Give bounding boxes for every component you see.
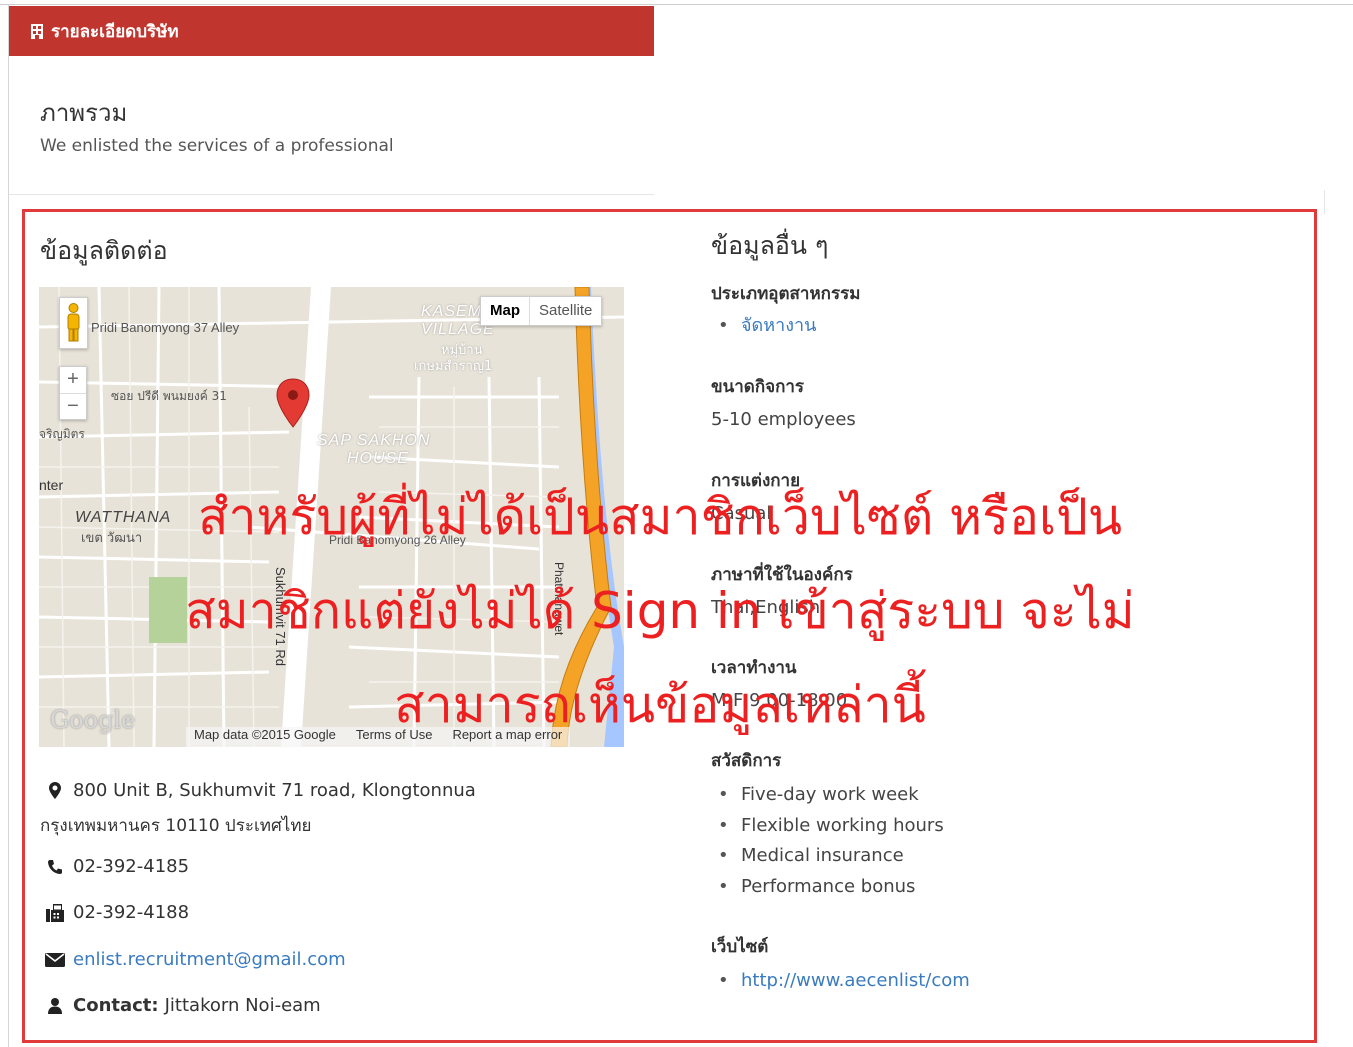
list-item[interactable]: จัดหางาน [718, 311, 816, 342]
list-item: Flexible working hours [718, 811, 944, 842]
map-label: Pridi Banomyong 37 Alley [91, 320, 240, 335]
divider [9, 194, 654, 195]
report-map-error-link[interactable]: Report a map error [452, 727, 562, 747]
map-type-satellite-button[interactable]: Satellite [530, 297, 601, 325]
benefits-list: Five-day work week Flexible working hour… [718, 780, 944, 902]
map-label: Phatthanawet [552, 562, 566, 636]
map-label: Sukhumvit 71 Rd [273, 567, 288, 666]
other-info-title: ข้อมูลอื่น ๆ [711, 231, 829, 260]
list-item: Performance bonus [718, 872, 944, 903]
working-hours-label: เวลาทำงาน [711, 658, 797, 678]
dress-code-label: การแต่งกาย [711, 471, 801, 491]
map-footer: Map data ©2015 Google Terms of Use Repor… [186, 727, 571, 747]
benefits-label: สวัสดิการ [711, 751, 782, 771]
website-link[interactable]: http://www.aecenlist/com [741, 970, 970, 991]
industry-link[interactable]: จัดหางาน [741, 315, 816, 336]
list-item: Five-day work week [718, 780, 944, 811]
header-title: รายละเอียดบริษัท [51, 21, 179, 42]
fax-icon [45, 903, 65, 922]
dress-code-value: Casual [711, 503, 772, 524]
zoom-in-button[interactable]: + [60, 367, 86, 394]
overview-title: ภาพรวม [40, 99, 128, 127]
email-link[interactable]: enlist.recruitment@gmail.com [73, 949, 346, 970]
top-border [0, 4, 1353, 5]
user-icon [45, 997, 65, 1014]
language-value: Thai,English [711, 597, 821, 618]
map-label: Pridi Banomyong 26 Alley [329, 533, 466, 547]
divider [1324, 190, 1325, 214]
zoom-control: + − [59, 366, 87, 420]
contact-label: Contact: [73, 995, 159, 1016]
building-icon [31, 23, 43, 39]
map-marker-icon [45, 782, 65, 799]
list-item: Medical insurance [718, 841, 944, 872]
phone-number: 02-392-4185 [73, 856, 190, 877]
language-label: ภาษาที่ใช้ในองค์กร [711, 565, 853, 585]
map-label: เขต วัฒนา [81, 531, 143, 546]
map-label: WATTHANA [75, 509, 172, 526]
fax-number: 02-392-4188 [73, 902, 190, 923]
left-border [8, 5, 9, 1047]
working-hours-value: M-F 9.00-18.00 [711, 690, 848, 711]
map-label: จริญมิตร [39, 427, 85, 441]
company-size-label: ขนาดกิจการ [711, 377, 805, 397]
map-label: เกษมสำราญ1 [414, 359, 493, 374]
address-line1: 800 Unit B, Sukhumvit 71 road, Klongtonn… [73, 780, 476, 801]
website-list: http://www.aecenlist/com [718, 966, 970, 997]
phone-icon [45, 859, 65, 875]
map-label: nter [39, 477, 64, 493]
address-line2: กรุงเทพมหานคร 10110 ประเทศไทย [40, 816, 312, 836]
map-label: SAP SAKHON [317, 432, 431, 449]
map-data-attribution: Map data ©2015 Google [194, 727, 336, 742]
list-item[interactable]: http://www.aecenlist/com [718, 966, 970, 997]
contact-name: Jittakorn Noi-eam [164, 995, 321, 1016]
company-details-header: รายละเอียดบริษัท [9, 6, 654, 56]
pegman-icon[interactable] [59, 297, 88, 349]
company-size-value: 5-10 employees [711, 409, 856, 430]
industry-list: จัดหางาน [718, 311, 816, 342]
contact-section-title: ข้อมูลติดต่อ [40, 236, 168, 265]
overview-text: We enlisted the services of a profession… [40, 136, 394, 156]
google-logo[interactable]: Google [50, 706, 135, 734]
zoom-out-button[interactable]: − [60, 394, 86, 420]
fax-row: 02-392-4188 [45, 902, 189, 923]
terms-of-use-link[interactable]: Terms of Use [356, 727, 433, 747]
map-type-map-button[interactable]: Map [481, 297, 530, 325]
map-label: HOUSE [347, 450, 409, 467]
email-row: enlist.recruitment@gmail.com [45, 949, 346, 970]
website-label: เว็บไซต์ [711, 937, 769, 957]
address-row: 800 Unit B, Sukhumvit 71 road, Klongtonn… [45, 780, 476, 801]
phone-row: 02-392-4185 [45, 856, 189, 877]
map-type-control: Map Satellite [480, 296, 603, 326]
envelope-icon [45, 952, 65, 967]
map-view[interactable]: Pridi Banomyong 37 Alley KASEM VILLAGE ห… [39, 287, 624, 747]
map-label: ซอย ปรีดี พนมยงค์ 31 [111, 389, 227, 403]
contact-person-row: Contact: Jittakorn Noi-eam [45, 995, 321, 1016]
map-marker-icon[interactable] [273, 377, 313, 429]
industry-label: ประเภทอุตสาหกรรม [711, 284, 861, 304]
